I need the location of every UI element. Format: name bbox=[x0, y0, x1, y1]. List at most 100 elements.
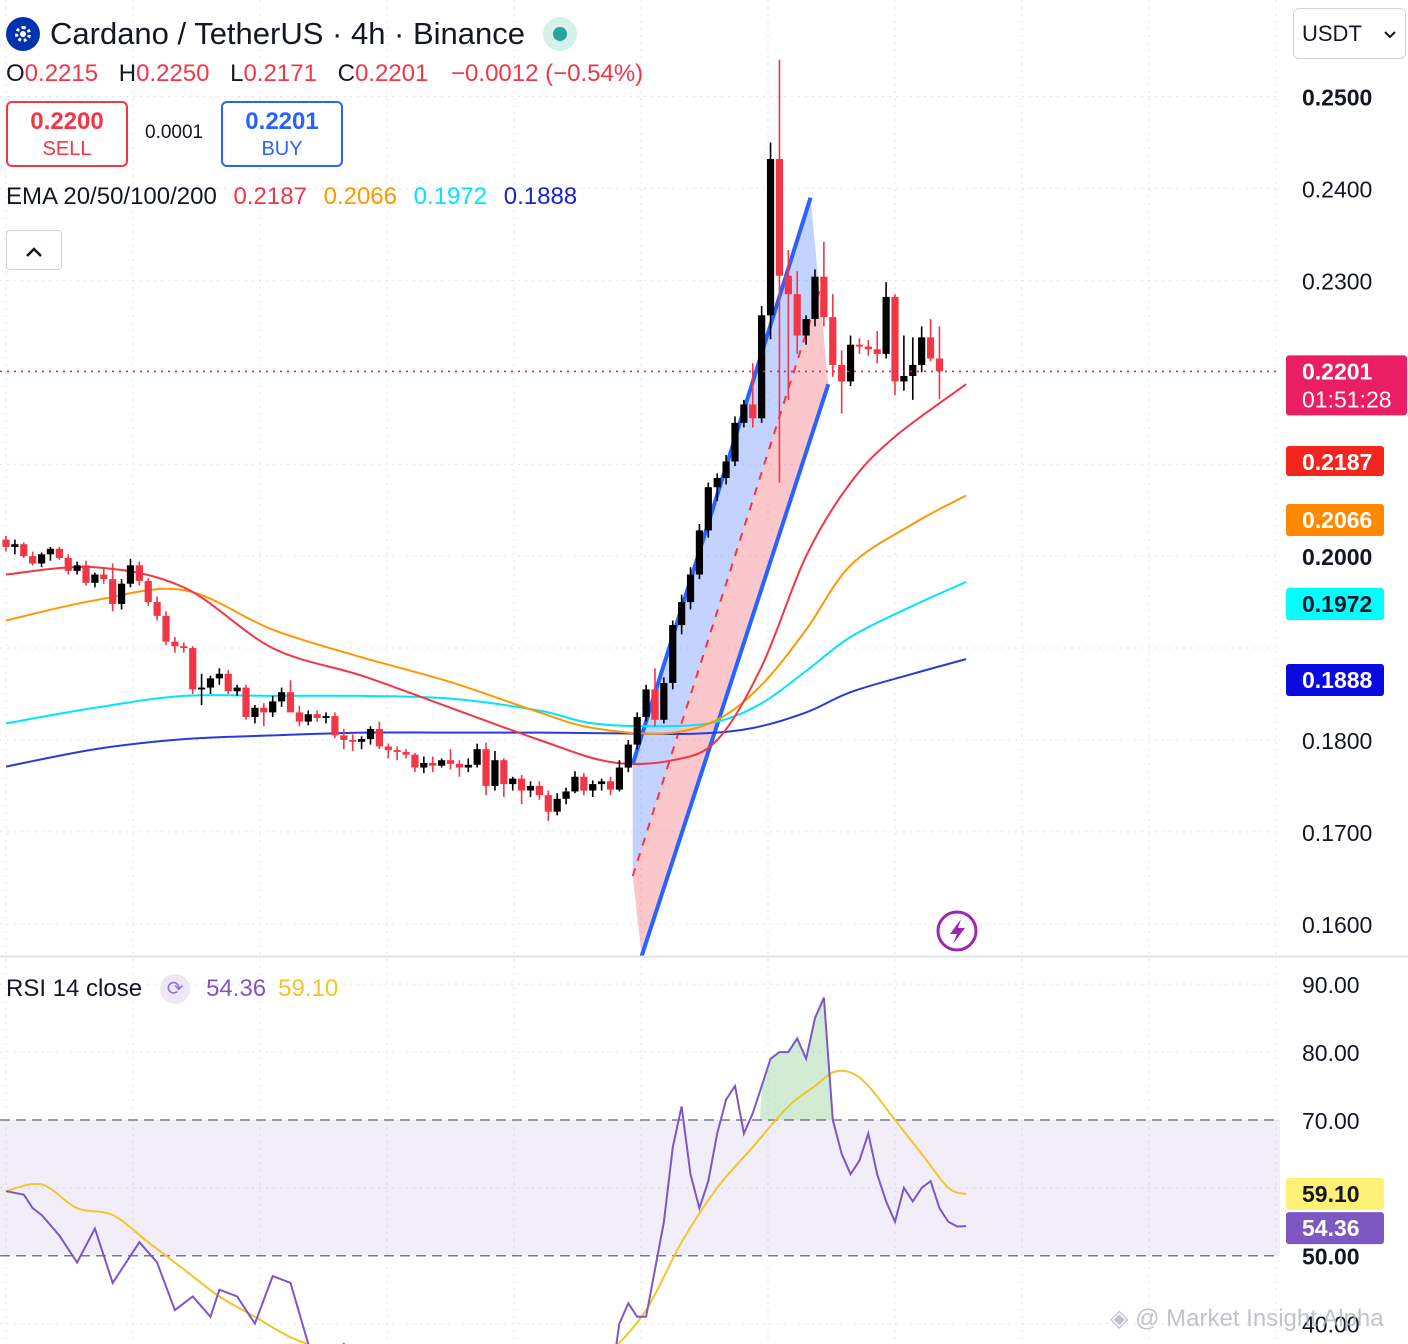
ema-legend-label[interactable]: EMA 20/50/100/200 bbox=[6, 183, 217, 210]
candle-body bbox=[935, 358, 944, 372]
candle bbox=[429, 756, 437, 773]
candle-body bbox=[918, 337, 926, 365]
candle-body bbox=[642, 689, 650, 717]
candle-body bbox=[678, 602, 686, 626]
candle-body bbox=[758, 315, 766, 419]
candle-body bbox=[802, 318, 810, 336]
candle-body bbox=[64, 557, 72, 571]
candle-body bbox=[651, 689, 659, 720]
candle-body bbox=[526, 785, 535, 791]
candle bbox=[909, 337, 917, 400]
candle-body bbox=[482, 749, 490, 786]
candle-body bbox=[900, 375, 908, 382]
candle-body bbox=[46, 548, 55, 555]
candle bbox=[277, 687, 286, 707]
candle bbox=[46, 546, 55, 561]
candle-body bbox=[438, 760, 446, 766]
candle-body bbox=[304, 714, 312, 722]
symbol-title-row[interactable]: Cardano / TetherUS · 4h · Binance bbox=[6, 14, 578, 54]
candle-body bbox=[606, 781, 615, 790]
price-axis-label: 0.2500 bbox=[1302, 85, 1372, 111]
candle bbox=[598, 778, 606, 791]
watermark-text: Market Insight Alpha bbox=[1166, 1305, 1384, 1332]
candle bbox=[162, 611, 170, 646]
candle-body bbox=[518, 778, 526, 791]
buy-button[interactable]: 0.2201 BUY bbox=[221, 101, 343, 167]
candle bbox=[393, 746, 401, 761]
candle-body bbox=[29, 556, 37, 564]
candle bbox=[935, 326, 944, 399]
candle bbox=[562, 787, 570, 805]
candle-body bbox=[197, 687, 206, 690]
candle bbox=[926, 318, 935, 362]
candle bbox=[455, 760, 463, 777]
candle-body bbox=[535, 785, 543, 796]
ema20-tag-text: 0.2187 bbox=[1302, 449, 1372, 475]
lightning-icon[interactable] bbox=[936, 910, 978, 952]
candle bbox=[820, 241, 828, 327]
collapse-legend-button[interactable] bbox=[6, 230, 62, 270]
ema50-line bbox=[5, 494, 967, 735]
change-value: −0.0012 (−0.54%) bbox=[451, 60, 644, 87]
buy-label: BUY bbox=[261, 138, 303, 160]
candle bbox=[624, 739, 632, 773]
high-value: 0.2250 bbox=[136, 60, 210, 87]
candle-body bbox=[909, 364, 917, 376]
ohlc-values: O0.2215 H0.2250 L0.2171 C0.2201 −0.0012 … bbox=[6, 60, 643, 88]
candle-body bbox=[366, 728, 375, 740]
candle bbox=[642, 684, 650, 722]
rsi-legend[interactable]: RSI 14 close ⟳ 54.36 59.10 bbox=[6, 974, 338, 1004]
candle-body bbox=[162, 615, 170, 642]
candle-body bbox=[224, 673, 232, 692]
candle bbox=[446, 749, 455, 770]
candle-body bbox=[589, 784, 597, 791]
candle-body bbox=[91, 574, 99, 583]
candle bbox=[811, 269, 819, 327]
candle-body bbox=[55, 548, 63, 558]
spread-value: 0.0001 bbox=[145, 122, 204, 143]
candle bbox=[731, 416, 739, 467]
ema20-line bbox=[5, 383, 967, 765]
candle bbox=[366, 726, 375, 745]
candle bbox=[891, 294, 899, 396]
candle-body bbox=[11, 544, 19, 547]
rsi-axis[interactable]: 90.0080.0070.0050.0040.00 bbox=[1302, 972, 1360, 1337]
candle-body bbox=[855, 344, 864, 347]
currency-select[interactable]: USDT bbox=[1293, 8, 1406, 59]
candle bbox=[64, 554, 72, 575]
currency-value: USDT bbox=[1302, 20, 1362, 46]
candle-body bbox=[553, 798, 561, 812]
candle-body bbox=[766, 159, 775, 316]
rsi-tag-text: 54.36 bbox=[1302, 1215, 1360, 1241]
candle bbox=[384, 743, 392, 759]
candle-body bbox=[882, 296, 890, 354]
rsi-legend-label[interactable]: RSI 14 close bbox=[6, 975, 142, 1003]
candle-body bbox=[580, 776, 588, 791]
refresh-icon[interactable]: ⟳ bbox=[160, 974, 191, 1004]
candle bbox=[117, 579, 126, 610]
candle-body bbox=[82, 565, 90, 583]
rsi-axis-label: 70.00 bbox=[1302, 1108, 1360, 1134]
price-axis-label: 0.1600 bbox=[1302, 912, 1372, 938]
close-value: 0.2201 bbox=[354, 60, 429, 87]
rsi-pane[interactable] bbox=[0, 997, 1280, 1344]
candle-body bbox=[838, 364, 846, 382]
rsi-ma-value: 59.10 bbox=[278, 975, 339, 1002]
candle-body bbox=[544, 795, 552, 812]
candle bbox=[100, 569, 108, 584]
sell-button[interactable]: 0.2200 SELL bbox=[6, 101, 128, 167]
candle-body bbox=[420, 762, 428, 768]
candle-body bbox=[926, 337, 935, 359]
candle bbox=[171, 637, 179, 653]
candle bbox=[358, 736, 366, 750]
ema200-tag: 0.1888 bbox=[1286, 664, 1384, 696]
symbol-title[interactable]: Cardano / TetherUS · 4h · Binance bbox=[50, 16, 525, 52]
price-axis-label: 0.2300 bbox=[1302, 268, 1372, 294]
market-status-icon[interactable] bbox=[543, 17, 578, 51]
candle bbox=[286, 680, 295, 713]
candle bbox=[73, 561, 81, 575]
ema-legend[interactable]: EMA 20/50/100/200 0.2187 0.2066 0.1972 0… bbox=[6, 183, 587, 211]
candle bbox=[633, 712, 641, 750]
candle bbox=[766, 142, 775, 340]
candle bbox=[864, 340, 872, 356]
